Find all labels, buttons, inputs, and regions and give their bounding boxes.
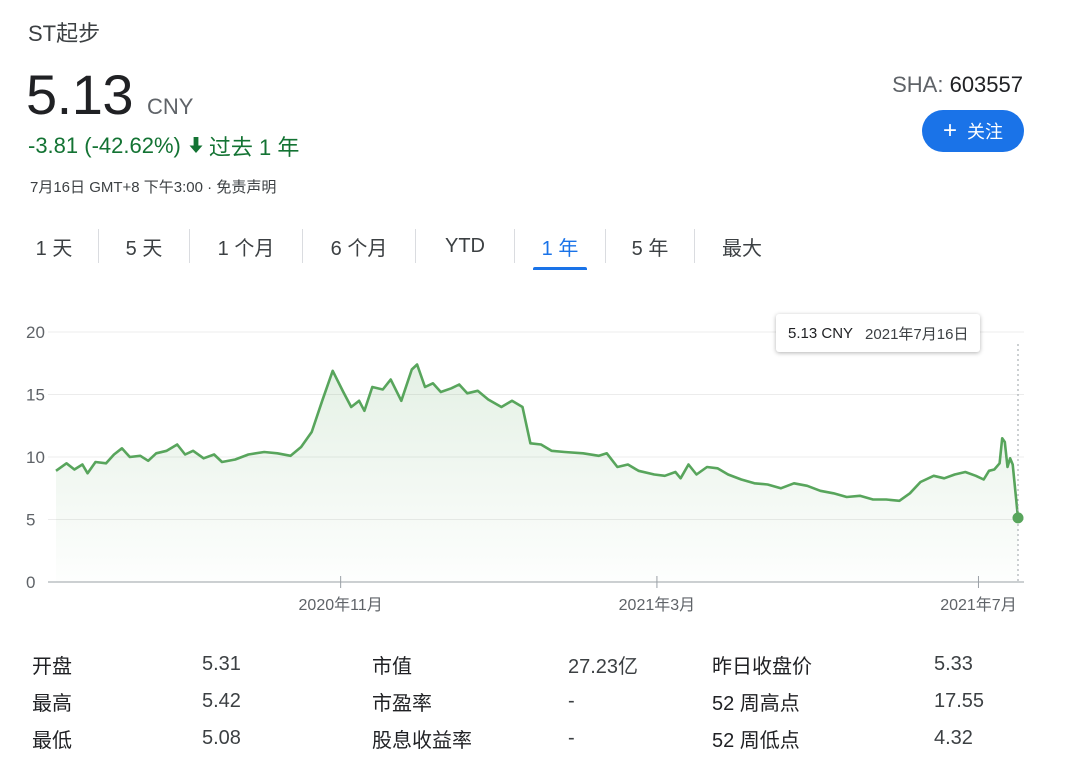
stat-value: -	[568, 690, 575, 712]
tab-label: 1 天	[35, 237, 73, 260]
latest-price-marker	[1012, 512, 1024, 524]
follow-button[interactable]: + 关注	[922, 110, 1024, 152]
price-row: 5.13 CNY	[26, 62, 193, 127]
tab-label: 1 个月	[217, 237, 275, 260]
stats-row: 开盘 5.31 市值 27.23亿 昨日收盘价 5.33	[32, 646, 1032, 683]
tooltip-price: 5.13 CNY	[788, 324, 854, 342]
y-tick-label: 5	[26, 511, 35, 530]
stat-value: 5.33	[934, 653, 973, 675]
stat-label: 52 周低点	[712, 730, 800, 752]
stats-row: 最低 5.08 股息收益率 - 52 周低点 4.32	[32, 720, 1032, 757]
stat-label: 昨日收盘价	[712, 656, 812, 678]
stat-value: 4.32	[934, 727, 973, 749]
stat-value: 5.08	[202, 727, 241, 749]
chart-tooltip: 5.13 CNY 2021年7月16日	[776, 314, 981, 352]
down-arrow-icon	[189, 133, 203, 159]
tab-1d[interactable]: 1 天	[10, 224, 98, 268]
stat-value: 17.55	[934, 690, 985, 712]
x-tick-label: 2021年3月	[619, 596, 696, 614]
exchange-ticker: SHA: 603557	[892, 72, 1023, 98]
tab-spacer	[515, 224, 533, 268]
plus-icon: +	[942, 117, 957, 144]
tab-label: 最大	[722, 237, 762, 260]
tab-label: 5 年	[631, 237, 669, 260]
tab-5d[interactable]: 5 天	[99, 224, 189, 268]
tab-5y[interactable]: 5 年	[606, 224, 694, 268]
x-tick-label: 2020年11月	[299, 596, 383, 614]
current-price: 5.13	[26, 63, 134, 126]
y-tick-label: 0	[26, 573, 35, 592]
stat-value: -	[568, 727, 575, 749]
y-tick-label: 20	[26, 323, 45, 342]
tab-ytd[interactable]: YTD	[416, 224, 514, 268]
stat-label: 最高	[32, 693, 72, 715]
price-change: -3.81 (-42.62%)	[28, 133, 181, 158]
tab-label: YTD	[445, 234, 485, 257]
y-tick-label: 15	[26, 386, 45, 405]
disclaimer-link[interactable]: 免责声明	[216, 179, 276, 196]
stats-table: 开盘 5.31 市值 27.23亿 昨日收盘价 5.33 最高 5.42 市盈率…	[32, 646, 1032, 757]
tooltip-date: 2021年7月16日	[865, 325, 969, 343]
stat-label: 开盘	[32, 656, 72, 678]
stat-label: 52 周高点	[712, 693, 800, 715]
tab-spacer	[587, 224, 605, 268]
stat-value: 27.23亿	[568, 656, 639, 678]
stat-label: 最低	[32, 730, 72, 752]
ticker-code: 603557	[949, 72, 1023, 97]
stat-value: 5.31	[202, 653, 241, 675]
exchange-label: SHA:	[892, 72, 950, 97]
tab-1y[interactable]: 1 年	[533, 224, 587, 270]
stat-label: 股息收益率	[372, 730, 472, 752]
tab-max[interactable]: 最大	[695, 224, 789, 268]
tab-1m[interactable]: 1 个月	[190, 224, 302, 268]
y-tick-label: 10	[26, 448, 45, 467]
stat-label: 市盈率	[372, 693, 432, 715]
timestamp: 7月16日 GMT+8 下午3:00 · 免责声明	[30, 176, 276, 197]
tab-6m[interactable]: 6 个月	[303, 224, 415, 268]
timestamp-text: 7月16日 GMT+8 下午3:00 ·	[30, 179, 217, 196]
stat-label: 市值	[372, 656, 412, 678]
tab-label: 1 年	[541, 237, 579, 260]
tab-label: 5 天	[125, 237, 163, 260]
x-tick-label: 2021年7月	[940, 596, 1017, 614]
price-change-row: -3.81 (-42.62%) 过去 1 年	[28, 130, 299, 162]
range-tabs: 1 天 5 天 1 个月 6 个月 YTD 1 年 5 年 最大	[10, 224, 789, 270]
price-area	[56, 364, 1018, 582]
stats-row: 最高 5.42 市盈率 - 52 周高点 17.55	[32, 683, 1032, 720]
tab-label: 6 个月	[330, 237, 388, 260]
follow-label: 关注	[967, 122, 1003, 142]
currency-label: CNY	[147, 94, 194, 119]
stock-name: ST起步	[28, 21, 101, 46]
change-period: 过去 1 年	[208, 135, 300, 160]
stat-value: 5.42	[202, 690, 241, 712]
